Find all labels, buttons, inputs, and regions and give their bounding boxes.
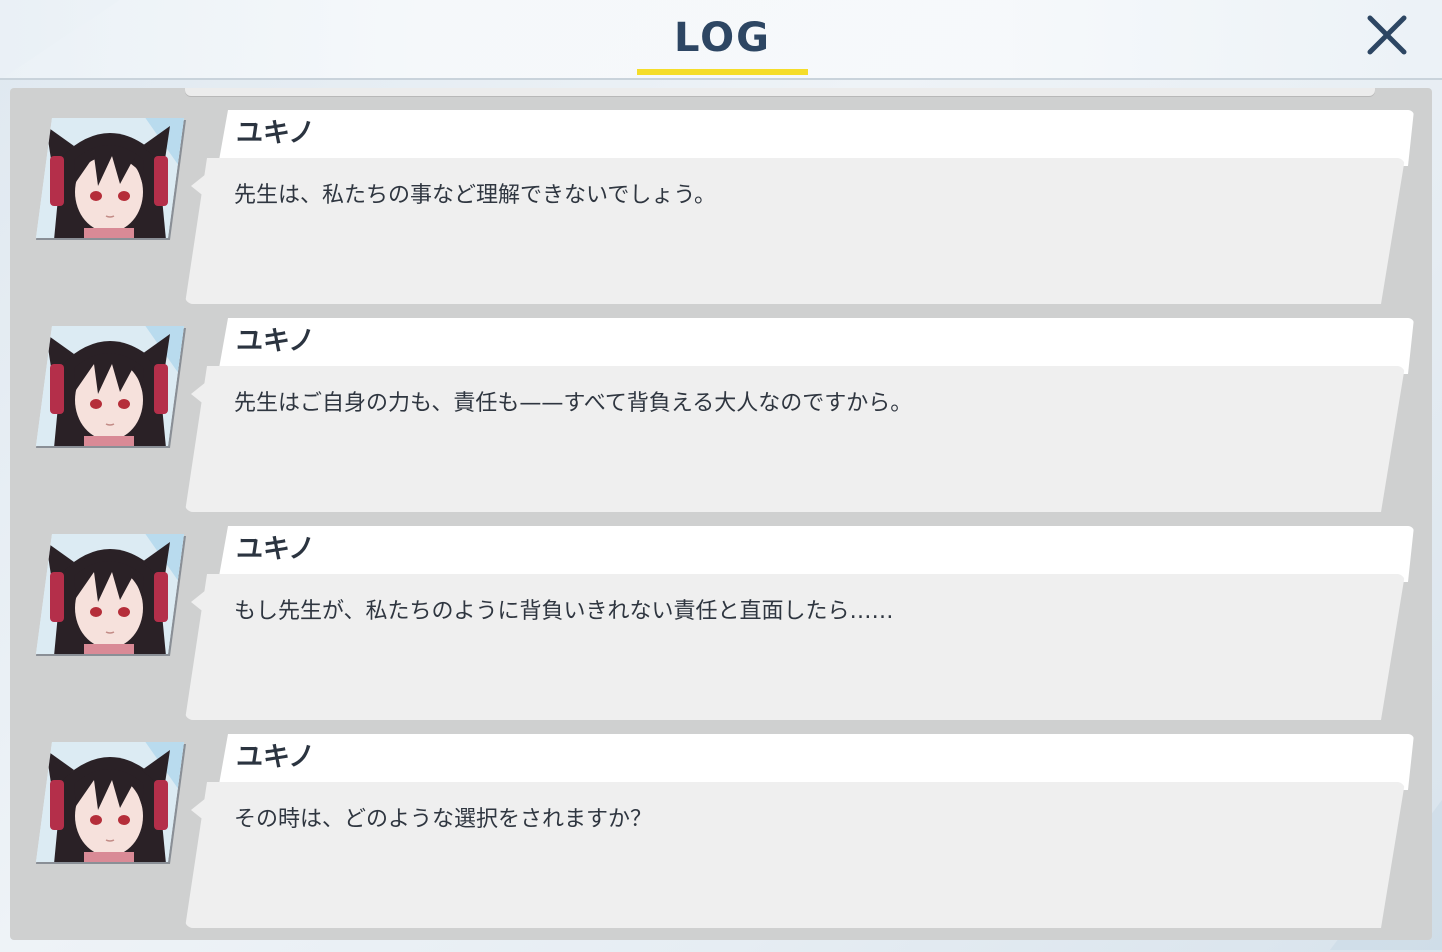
log-header: LOG	[0, 0, 1442, 80]
bubble-tail	[191, 794, 211, 826]
bubble-tail	[191, 378, 211, 410]
speaker-name: ユキノ	[236, 742, 316, 773]
close-icon	[1367, 15, 1407, 55]
bubble-tail	[191, 170, 211, 202]
speaker-name: ユキノ	[236, 326, 316, 357]
speaker-name: ユキノ	[236, 118, 316, 149]
message-text: その時は、どのような選択をされますか？	[234, 807, 653, 832]
speaker-name-bar	[218, 526, 1414, 582]
speaker-name-bar	[218, 734, 1414, 790]
log-entry: ユキノ もし先生が、私たちのように背負いきれない責任と直面したら……	[10, 504, 1432, 704]
character-portrait-icon	[34, 740, 186, 864]
log-panel[interactable]: ユキノ 先生は、私たちの事など理解できないでしょう。 ユキノ 先生はご自身の力も…	[10, 88, 1432, 940]
bubble-tail	[191, 586, 211, 618]
character-portrait-icon	[34, 116, 186, 240]
message-text: 先生はご自身の力も、責任も——すべて背負える大人なのですから。	[234, 391, 913, 416]
log-entry: ユキノ 先生は、私たちの事など理解できないでしょう。	[10, 88, 1432, 288]
character-portrait-icon	[34, 324, 186, 448]
log-entry: ユキノ 先生はご自身の力も、責任も——すべて背負える大人なのですから。	[10, 296, 1432, 496]
message-text: もし先生が、私たちのように背負いきれない責任と直面したら……	[234, 599, 894, 624]
close-button[interactable]	[1362, 10, 1412, 60]
message-text: 先生は、私たちの事など理解できないでしょう。	[234, 183, 717, 208]
speaker-name-bar	[218, 110, 1414, 166]
speaker-name-bar	[218, 318, 1414, 374]
character-portrait-icon	[34, 532, 186, 656]
speaker-name: ユキノ	[236, 534, 316, 565]
page-title: LOG	[674, 15, 771, 61]
title-underline	[637, 69, 808, 75]
log-entry: ユキノ その時は、どのような選択をされますか？	[10, 712, 1432, 912]
